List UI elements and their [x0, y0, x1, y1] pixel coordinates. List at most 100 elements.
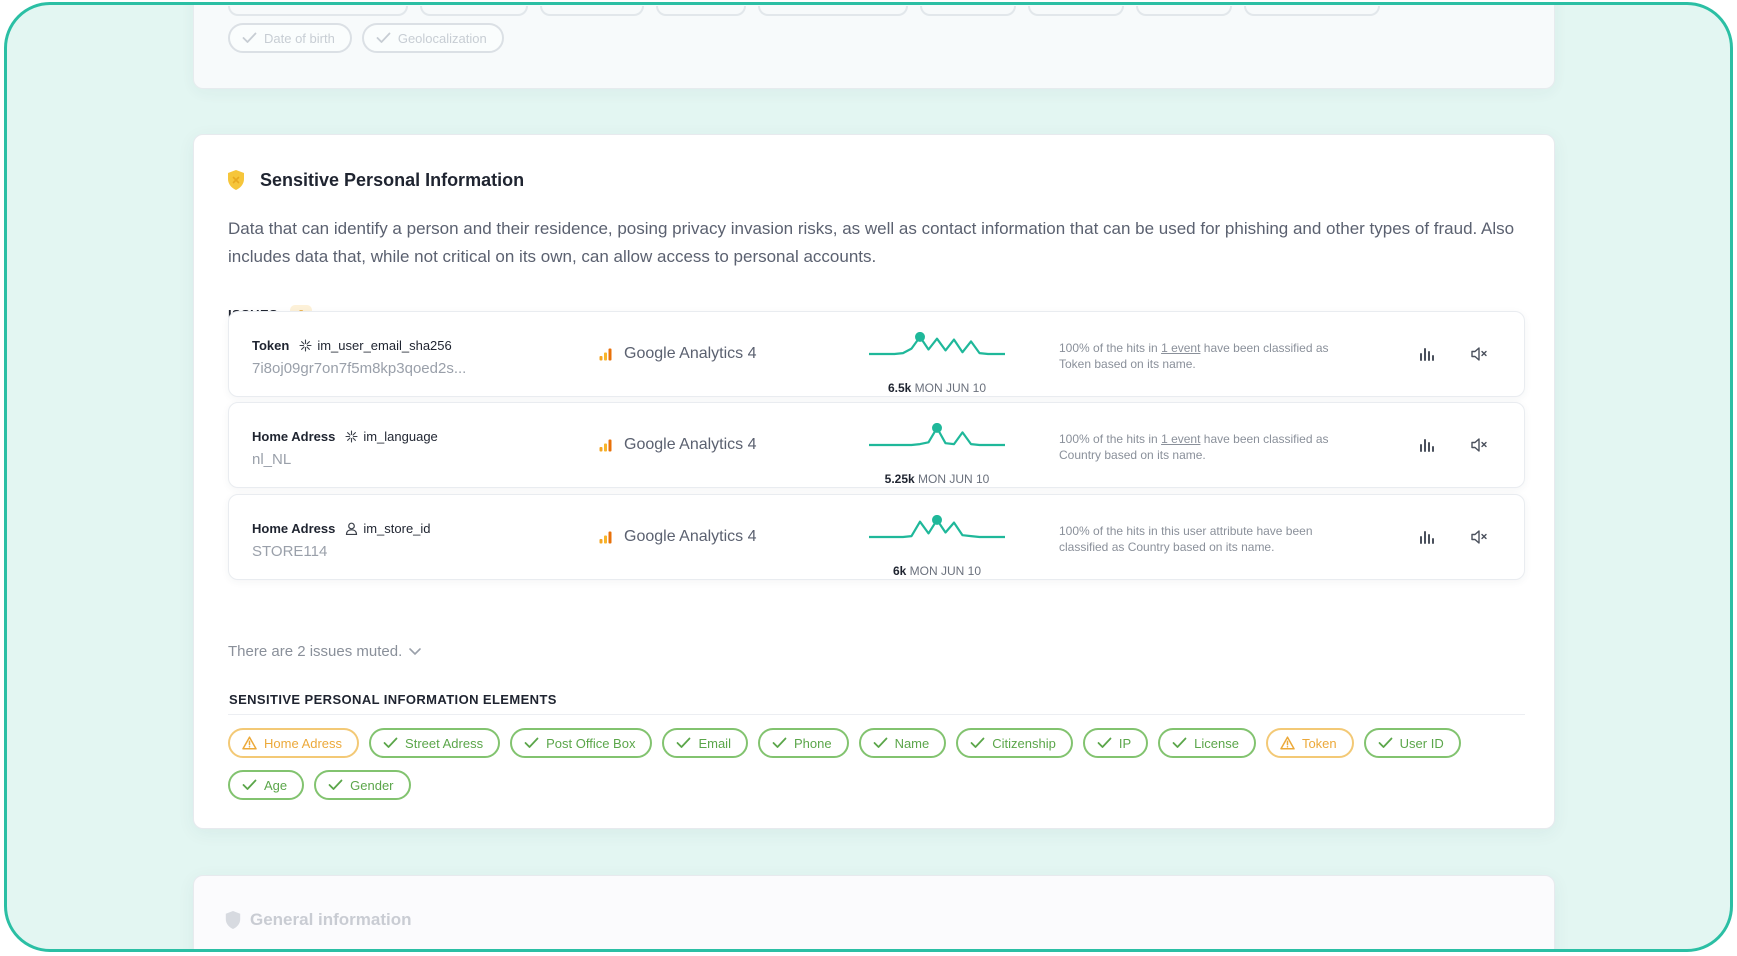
- section-description: Data that can identify a person and thei…: [228, 219, 1515, 266]
- check-icon: [1097, 737, 1112, 748]
- divider: [228, 714, 1525, 715]
- element-chip[interactable]: Geolocalization: [361, 23, 504, 53]
- chip-stub: [1244, 6, 1380, 16]
- element-chip[interactable]: Age: [228, 770, 305, 800]
- sparkline-series: [869, 335, 1005, 356]
- element-chip[interactable]: Email: [662, 728, 748, 758]
- issue-source-label: Google Analytics 4: [624, 528, 757, 545]
- element-chip-label: Post Office Box: [546, 735, 636, 751]
- issue-row[interactable]: Home Adress im_store_id STORE114 Google Ana…: [228, 494, 1525, 580]
- issue-source: Google Analytics 4: [599, 345, 757, 363]
- sensitive-info-card: Sensitive Personal Information Data that…: [193, 134, 1555, 829]
- shield-icon: [225, 911, 241, 929]
- element-chip-label: License: [1194, 735, 1239, 751]
- element-chip[interactable]: IP: [1082, 728, 1149, 758]
- section-header: Sensitive Personal Information: [226, 169, 524, 191]
- mute-issue-button[interactable]: [1470, 437, 1488, 458]
- issue-source-label: Google Analytics 4: [624, 345, 757, 362]
- classification-text: 100% of the hits in: [1059, 432, 1162, 446]
- general-info-header: General information: [224, 910, 412, 930]
- mute-issue-button[interactable]: [1470, 529, 1488, 550]
- chip-stub: [758, 6, 908, 16]
- issue-value: STORE114: [252, 543, 328, 560]
- element-chip-label: Home Adress: [264, 735, 343, 751]
- element-chip[interactable]: License: [1158, 728, 1256, 758]
- hits-sparkline: [869, 515, 1005, 539]
- view-stats-button[interactable]: [1419, 346, 1435, 367]
- element-chip[interactable]: Token: [1265, 728, 1354, 758]
- hits-date: MON JUN 10: [914, 381, 987, 395]
- chevron-down-icon: [409, 647, 422, 655]
- classification-text: 100% of the hits in this user attribute …: [1059, 524, 1313, 554]
- sparkline-peak-dot: [932, 423, 942, 433]
- issue-hits: 6.5k MON JUN 10: [869, 332, 1005, 395]
- issue-source: Google Analytics 4: [599, 436, 757, 454]
- bar-chart-icon: [1420, 348, 1434, 361]
- issue-source: Google Analytics 4: [599, 528, 757, 546]
- element-chip[interactable]: User ID: [1363, 728, 1461, 758]
- element-chip[interactable]: Home Adress: [228, 728, 360, 758]
- element-chip-label: Street Adress: [405, 735, 484, 751]
- element-chip-label: Age: [264, 777, 288, 793]
- view-stats-button[interactable]: [1419, 437, 1435, 458]
- element-chip-label: Geolocalization: [397, 30, 487, 46]
- hits-count: 6k: [892, 564, 907, 578]
- hits-date: MON JUN 10: [918, 472, 990, 486]
- issue-type: Token: [252, 338, 290, 353]
- element-chip-label: Gender: [350, 777, 394, 793]
- element-chip-label: IP: [1118, 735, 1132, 751]
- issue-category: Home Adress im_language: [252, 429, 438, 444]
- check-icon: [1172, 737, 1187, 748]
- element-chip[interactable]: Post Office Box: [510, 728, 653, 758]
- check-icon: [383, 737, 398, 748]
- element-chip[interactable]: Phone: [757, 728, 849, 758]
- shield-icon: [228, 170, 244, 190]
- bar-chart-icon: [1420, 439, 1434, 452]
- check-icon: [328, 779, 343, 790]
- event-link[interactable]: 1 event: [1161, 341, 1200, 355]
- element-chip-label: Date of birth: [264, 30, 335, 46]
- element-chip-label: Email: [698, 735, 731, 751]
- element-chip[interactable]: Street Adress: [369, 728, 501, 758]
- issue-category: Token im_user_email_sha256: [252, 338, 452, 353]
- check-icon: [677, 737, 691, 748]
- general-info-card: General information: [193, 875, 1555, 949]
- hits-count: 5.25k: [884, 472, 915, 486]
- element-chip-label: Token: [1301, 735, 1337, 751]
- chip-stub: [540, 6, 644, 16]
- element-chip-label: User ID: [1399, 735, 1444, 751]
- check-icon: [242, 779, 257, 790]
- issue-type: Home Adress: [252, 521, 336, 536]
- issue-parameter: im_language: [363, 429, 438, 444]
- muted-issues-toggle[interactable]: There are 2 issues muted.: [228, 643, 422, 660]
- event-link[interactable]: 1 event: [1161, 432, 1200, 446]
- app-frame: Date of birth Geolocalization Sensitive P…: [4, 2, 1733, 952]
- check-icon: [242, 32, 257, 43]
- check-icon: [1378, 737, 1393, 748]
- previous-section-card: Date of birth Geolocalization: [193, 5, 1555, 89]
- element-chip[interactable]: Name: [858, 728, 947, 758]
- issue-hits: 6k MON JUN 10: [869, 515, 1005, 578]
- warning-icon: [1280, 736, 1295, 750]
- google-analytics-icon: [599, 348, 612, 360]
- hits-date: MON JUN 10: [909, 564, 982, 578]
- issue-row[interactable]: Token im_user_email_sha256 7i8oj09gr7on7f5…: [228, 311, 1525, 397]
- chip-stub: [1028, 6, 1124, 16]
- hits-caption: 6.5k MON JUN 10: [869, 381, 1005, 395]
- general-info-title: General information: [250, 910, 412, 929]
- element-chip[interactable]: Date of birth: [228, 23, 352, 53]
- issue-row[interactable]: Home Adress im_language nl_NL Google Analyt…: [228, 402, 1525, 488]
- element-chip[interactable]: Gender: [314, 770, 411, 800]
- mute-issue-button[interactable]: [1470, 346, 1488, 367]
- element-chip[interactable]: Citizenship: [956, 728, 1073, 758]
- check-icon: [873, 737, 887, 748]
- view-stats-button[interactable]: [1419, 529, 1435, 550]
- mute-icon: [1471, 347, 1487, 361]
- hits-caption: 6k MON JUN 10: [869, 564, 1005, 578]
- element-chip-label: Name: [894, 735, 930, 751]
- bar-chart-icon: [1420, 531, 1434, 544]
- classification-text: 100% of the hits in: [1059, 341, 1162, 355]
- chip-stub: [228, 6, 408, 16]
- issue-type: Home Adress: [252, 429, 336, 444]
- muted-issues-text: There are 2 issues muted.: [228, 643, 403, 660]
